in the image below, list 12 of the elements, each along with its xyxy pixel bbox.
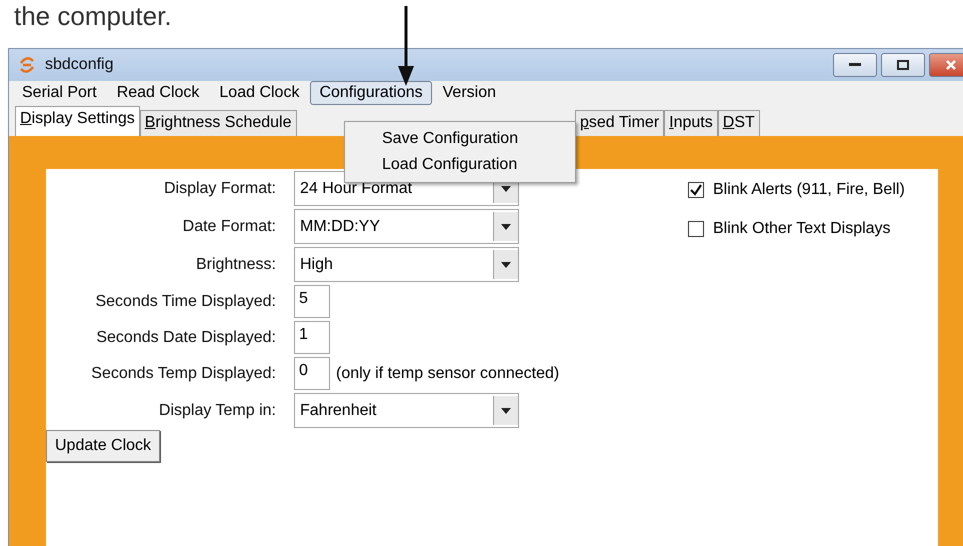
field-label: Display Format: — [162, 180, 276, 198]
field-label: Date Format: — [182, 218, 276, 236]
document-text: the computer. — [14, 0, 172, 32]
field-label: Seconds Temp Displayed: — [90, 364, 276, 382]
field-label: Brightness: — [194, 256, 276, 274]
checkbox-label: Blink Alerts (911, Fire, Bell) — [713, 181, 905, 199]
checkbox-label: Blink Other Text Displays — [713, 220, 891, 238]
hint-text: (only if temp sensor connected) — [336, 364, 560, 382]
field-label: Display Temp in: — [158, 402, 276, 420]
field-label: Seconds Time Displayed: — [94, 292, 276, 310]
window-title: sbdconfig — [45, 56, 114, 74]
field-label: Seconds Date Displayed: — [95, 328, 276, 346]
